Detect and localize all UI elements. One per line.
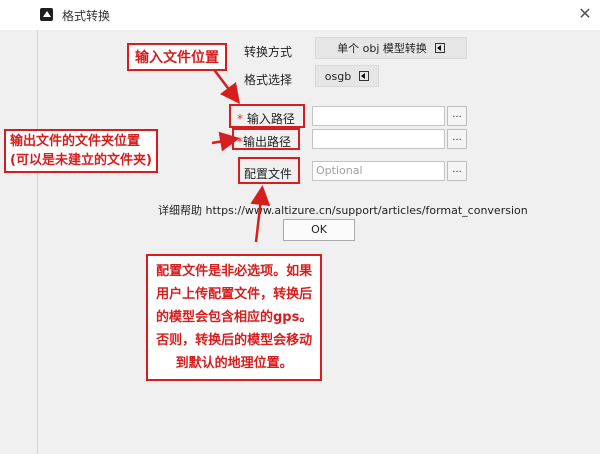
output-location-callout: 输出文件的文件夹位置 (可以是未建立的文件夹)	[4, 129, 158, 173]
annotation-arrows	[211, 66, 271, 243]
config-note-line: 用户上传配置文件，转换后	[156, 287, 313, 302]
input-location-callout: 输入文件位置	[127, 43, 227, 71]
output-note-line: (可以是未建立的文件夹)	[10, 153, 152, 168]
config-note-line: 的模型会包含相应的gps。	[156, 310, 313, 325]
format-conversion-window: 格式转换 ✕ 转换方式 单个 obj 模型转换 格式选择 osgb * 输入路径…	[0, 0, 600, 454]
config-note-line: 配置文件是非必选项。如果	[156, 264, 313, 279]
config-file-callout: 配置文件是非必选项。如果 用户上传配置文件，转换后 的模型会包含相应的gps。 …	[146, 254, 323, 381]
config-note-line: 到默认的地理位置。	[175, 356, 293, 371]
output-note-line: 输出文件的文件夹位置	[10, 134, 141, 149]
config-note-line: 否则，转换后的模型会移动	[156, 333, 313, 348]
